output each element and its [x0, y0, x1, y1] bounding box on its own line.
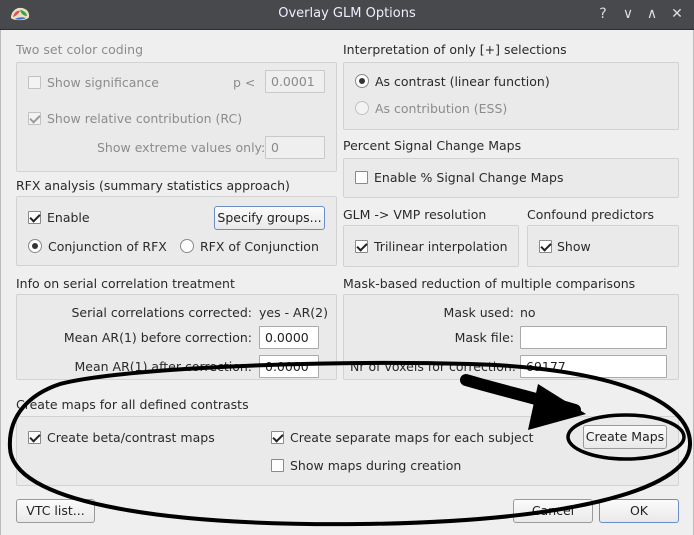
beta-maps-label: Create beta/contrast maps [47, 430, 215, 445]
mask-title: Mask-based reduction of multiple compari… [343, 276, 636, 291]
serial-corrected-label: Serial correlations corrected: [71, 305, 252, 320]
voxels-label: Nr of voxels for correction: [350, 359, 516, 374]
p-value-input[interactable]: 0.0001 [265, 70, 325, 93]
p-label: p < [233, 75, 256, 90]
confound-show-label: Show [557, 239, 591, 254]
confound-show-checkbox[interactable] [539, 240, 552, 253]
show-significance-label: Show significance [47, 75, 159, 90]
percent-signal-title: Percent Signal Change Maps [343, 138, 522, 153]
rfx-of-conjunction-label: RFX of Conjunction [200, 239, 319, 254]
specify-groups-button[interactable]: Specify groups... [214, 206, 325, 230]
rfx-title: RFX analysis (summary statistics approac… [16, 178, 290, 193]
interpretation-frame [343, 62, 679, 130]
maximize-icon[interactable]: ∧ [643, 5, 661, 23]
show-rc-label: Show relative contribution (RC) [47, 111, 243, 126]
show-during-creation-label: Show maps during creation [290, 458, 462, 473]
two-set-title: Two set color coding [16, 42, 144, 57]
confound-title: Confound predictors [527, 207, 655, 222]
vtc-list-button[interactable]: VTC list... [16, 499, 95, 523]
mask-used-label: Mask used: [443, 305, 514, 320]
extreme-values-label: Show extreme values only: [97, 140, 266, 155]
serial-corrected-value: yes - AR(2) [259, 305, 329, 320]
cancel-button[interactable]: Cancel [513, 499, 593, 523]
interpretation-title: Interpretation of only [+] selections [343, 42, 567, 57]
enable-percent-signal-label: Enable % Signal Change Maps [374, 170, 564, 185]
rfx-of-conjunction-radio[interactable] [180, 239, 194, 253]
enable-percent-signal-checkbox[interactable] [355, 171, 368, 184]
ar-before-label: Mean AR(1) before correction: [63, 330, 252, 345]
conjunction-of-rfx-radio[interactable] [28, 239, 42, 253]
mask-file-label: Mask file: [454, 330, 514, 345]
show-during-creation-checkbox[interactable] [271, 459, 284, 472]
rfx-enable-checkbox[interactable] [28, 211, 41, 224]
show-significance-checkbox[interactable] [28, 76, 41, 89]
ar-after-input[interactable]: 0.0000 [259, 355, 319, 378]
separate-maps-checkbox[interactable] [271, 431, 284, 444]
ar-before-input[interactable]: 0.0000 [259, 326, 319, 349]
close-icon[interactable]: ✕ [668, 5, 686, 23]
separate-maps-label: Create separate maps for each subject [290, 430, 534, 445]
create-maps-title: Create maps for all defined contrasts [16, 397, 249, 412]
as-contribution-radio[interactable] [355, 101, 369, 115]
as-contrast-radio[interactable] [355, 74, 369, 88]
mask-used-value: no [520, 305, 536, 320]
create-maps-button[interactable]: Create Maps [583, 425, 667, 449]
beta-maps-checkbox[interactable] [28, 431, 41, 444]
as-contrast-label: As contrast (linear function) [375, 74, 550, 89]
help-icon[interactable]: ? [594, 5, 612, 23]
create-maps-frame [16, 416, 679, 486]
title-bar: Overlay GLM Options ? ∨ ∧ ✕ [0, 0, 694, 30]
ok-button[interactable]: OK [599, 499, 679, 523]
window-title: Overlay GLM Options [278, 6, 416, 21]
trilinear-checkbox[interactable] [355, 240, 368, 253]
trilinear-label: Trilinear interpolation [374, 239, 508, 254]
serial-title: Info on serial correlation treatment [16, 276, 235, 291]
show-rc-checkbox[interactable] [28, 112, 41, 125]
voxels-input[interactable]: 69177 [520, 355, 667, 378]
extreme-values-input[interactable]: 0 [265, 136, 325, 159]
conjunction-of-rfx-label: Conjunction of RFX [48, 239, 167, 254]
rfx-enable-label: Enable [47, 210, 90, 225]
mask-file-input[interactable] [520, 326, 667, 349]
as-contribution-label: As contribution (ESS) [375, 101, 508, 116]
minimize-icon[interactable]: ∨ [619, 5, 637, 23]
ar-after-label: Mean AR(1) after correction: [74, 359, 252, 374]
vmp-title: GLM -> VMP resolution [343, 207, 487, 222]
